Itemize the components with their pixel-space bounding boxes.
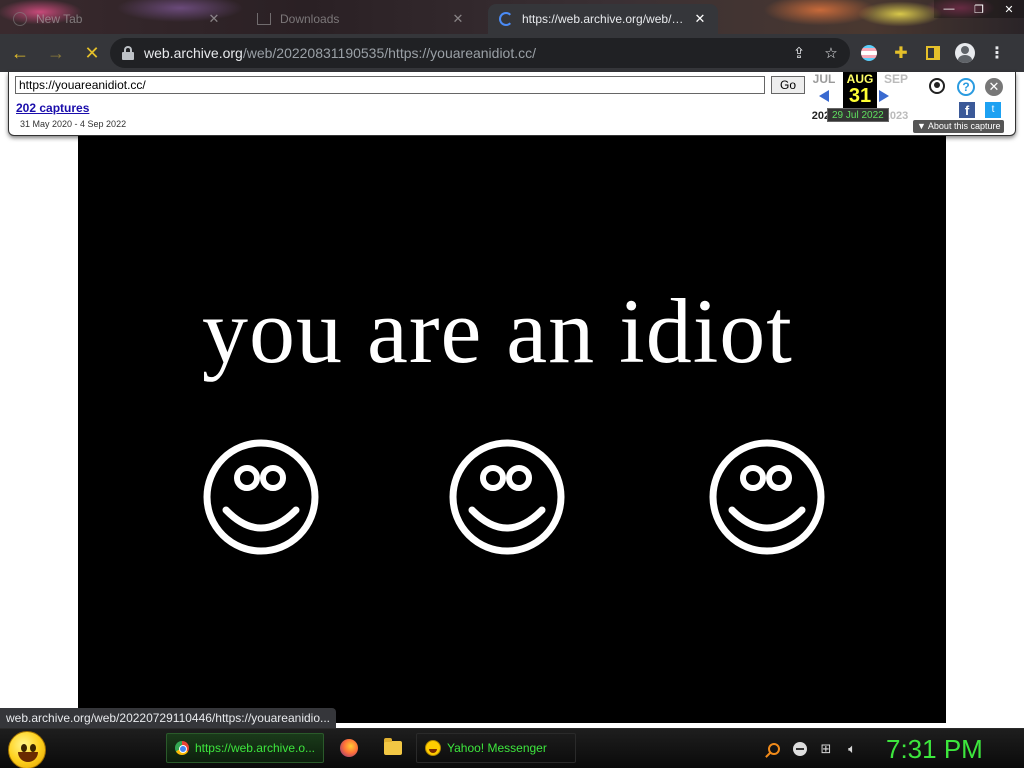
browser-toolbar: ← → ✕ web.archive.org/web/20220831190535…	[0, 34, 1024, 72]
link-status-bubble: web.archive.org/web/20220729110446/https…	[0, 708, 337, 728]
address-bar-actions: ⇪ ☆	[790, 38, 840, 68]
lock-icon[interactable]	[122, 46, 134, 60]
chrome-icon	[175, 741, 189, 755]
taskbar-clock[interactable]: 7:31 PM	[886, 733, 983, 765]
forward-button[interactable]: →	[40, 37, 72, 69]
url-path: /web/20220831190535/https://youareanidio…	[242, 45, 537, 61]
taskbar-item-yahoo-messenger[interactable]: Yahoo! Messenger	[416, 733, 576, 763]
system-tray: ⊞ 🔈︎	[766, 737, 860, 761]
tab-new-tab[interactable]: New Tab ✕	[2, 4, 232, 34]
minus-circle-tray-icon[interactable]	[792, 741, 808, 757]
globe-icon	[12, 11, 28, 27]
tab-title: New Tab	[36, 12, 83, 26]
tab-title: Downloads	[280, 12, 340, 26]
taskbar-item-label: Yahoo! Messenger	[447, 741, 547, 755]
tab-strip: New Tab ✕ Downloads ✕ https://web.archiv…	[0, 0, 1024, 34]
smiley-face-icon	[449, 439, 565, 555]
firefox-icon	[340, 739, 358, 757]
network-icon[interactable]: ⊞	[818, 741, 834, 757]
extensions-area: ✚ ⋮	[858, 38, 1008, 68]
wayback-icons: ? ✕ f t	[929, 76, 1009, 120]
smiley-face-icon	[709, 439, 825, 555]
puzzle-icon[interactable]: ✚	[890, 42, 912, 64]
maximize-button[interactable]: ❐	[964, 0, 994, 18]
captures-link[interactable]: 202 captures	[16, 101, 89, 115]
taskbar-item-firefox[interactable]	[332, 733, 366, 763]
wayback-go-button[interactable]: Go	[771, 76, 805, 94]
address-bar[interactable]: web.archive.org/web/20220831190535/https…	[110, 38, 850, 68]
wayback-url-input[interactable]	[15, 76, 765, 94]
trans-flag-extension-icon[interactable]	[858, 42, 880, 64]
about-capture-button[interactable]: ▼ About this capture	[913, 120, 1005, 133]
window-close-button[interactable]: ✕	[994, 0, 1024, 18]
tab-title: https://web.archive.org/web/202	[522, 12, 684, 26]
window-controls: — ❐ ✕	[934, 0, 1024, 20]
close-icon[interactable]: ✕	[206, 11, 222, 27]
back-button[interactable]: ←	[4, 37, 36, 69]
about-capture-label: About this capture	[927, 121, 1001, 131]
start-button-smiley-icon[interactable]	[8, 731, 46, 768]
next-month-label: SEP	[883, 72, 908, 86]
close-icon[interactable]: ✕	[692, 11, 708, 27]
current-month-label: AUG	[846, 72, 874, 86]
taskbar: https://web.archive.o... Yahoo! Messenge…	[0, 728, 1024, 768]
speaker-icon[interactable]: 🔈︎	[844, 741, 860, 757]
close-icon[interactable]: ✕	[450, 11, 466, 27]
twitter-icon[interactable]: t	[985, 102, 1001, 118]
address-bar-url: web.archive.org/web/20220831190535/https…	[144, 45, 536, 61]
star-icon[interactable]: ☆	[822, 44, 840, 62]
loading-spinner-icon	[498, 11, 514, 27]
facebook-icon[interactable]: f	[959, 102, 975, 118]
help-icon[interactable]: ?	[957, 78, 975, 96]
prev-month-label: JUL	[812, 72, 836, 86]
taskbar-item-file-explorer[interactable]	[376, 733, 410, 763]
minimize-button[interactable]: —	[934, 0, 964, 18]
wayback-toolbar: Go 202 captures 31 May 2020 - 4 Sep 2022…	[8, 72, 1016, 136]
taskbar-item-chrome[interactable]: https://web.archive.o...	[166, 733, 324, 763]
folder-icon	[384, 738, 402, 755]
tab-downloads[interactable]: Downloads ✕	[246, 4, 476, 34]
url-host: web.archive.org	[144, 45, 243, 61]
prev-capture-arrow-icon[interactable]	[807, 90, 841, 102]
archived-page: you are an idiot	[78, 136, 946, 723]
profile-avatar-icon[interactable]	[954, 42, 976, 64]
page-headline: you are an idiot	[202, 280, 793, 382]
current-day-label: 31	[848, 85, 872, 107]
stop-loading-button[interactable]: ✕	[76, 37, 108, 69]
kebab-menu-icon[interactable]: ⋮	[986, 42, 1008, 64]
side-panel-icon[interactable]	[922, 42, 944, 64]
download-icon	[256, 11, 272, 27]
next-capture-arrow-icon[interactable]	[879, 90, 913, 102]
capture-date-range: 31 May 2020 - 4 Sep 2022	[20, 119, 127, 129]
capture-tooltip: 29 Jul 2022	[827, 108, 889, 122]
smiley-face-icon	[203, 439, 319, 555]
search-tray-icon[interactable]	[766, 741, 782, 757]
user-account-icon[interactable]	[929, 78, 945, 94]
page-viewport: Go 202 captures 31 May 2020 - 4 Sep 2022…	[0, 72, 1024, 728]
taskbar-item-label: https://web.archive.o...	[194, 741, 315, 755]
yahoo-messenger-icon	[425, 740, 441, 756]
share-icon[interactable]: ⇪	[790, 44, 808, 62]
close-toolbar-icon[interactable]: ✕	[985, 78, 1003, 96]
tab-web-archive[interactable]: https://web.archive.org/web/202 ✕	[488, 4, 718, 34]
